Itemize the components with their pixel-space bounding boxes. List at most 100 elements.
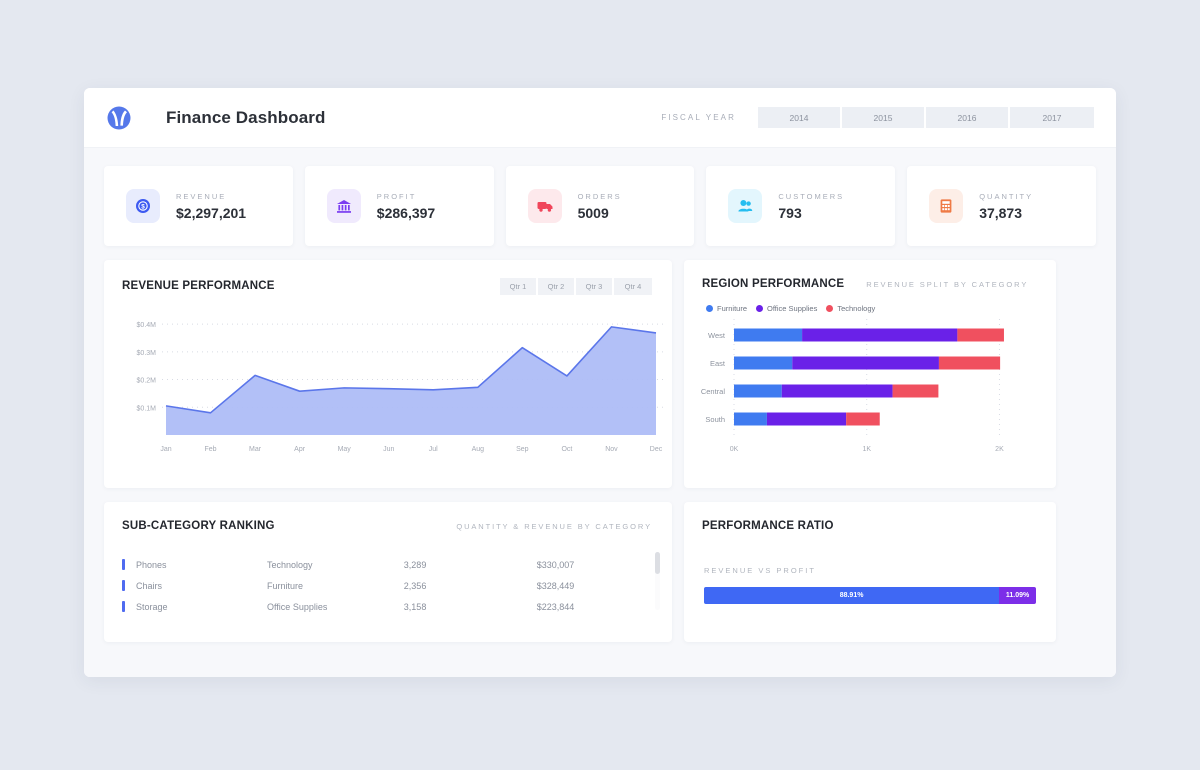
table-row[interactable]: Chairs Furniture 2,356 $328,449 (122, 575, 654, 596)
quarter-tab-group: Qtr 1 Qtr 2 Qtr 3 Qtr 4 (500, 278, 652, 295)
fiscal-year-label: FISCAL YEAR (661, 113, 736, 122)
svg-text:$0.4M: $0.4M (137, 322, 157, 329)
row-quantity: 3,158 (403, 601, 427, 612)
row-sub-category: Chairs (136, 580, 163, 591)
svg-text:Apr: Apr (294, 446, 306, 453)
kpi-value: $2,297,201 (176, 204, 247, 221)
sub-category-ranking-panel: SUB-CATEGORY RANKING QUANTITY & REVENUE … (104, 502, 672, 642)
row-revenue: $328,449 (536, 580, 575, 591)
kpi-label: PROFIT (376, 191, 417, 201)
row-category: Office Supplies (266, 601, 328, 612)
calculator-icon (929, 189, 964, 223)
dashboard-window: Finance Dashboard FISCAL YEAR 2014 2015 … (84, 88, 1116, 677)
table-scrollbar[interactable] (655, 552, 660, 610)
year-tab-2016[interactable]: 2016 (926, 107, 1010, 128)
tab-qtr-2[interactable]: Qtr 2 (538, 278, 576, 295)
ratio-segment-revenue: 88.91% (704, 587, 1000, 604)
legend-color-dot (756, 305, 764, 312)
region-panel-title: REGION PERFORMANCE (702, 278, 845, 290)
svg-text:Feb: Feb (205, 446, 217, 453)
truck-icon (527, 189, 562, 223)
region-chart-legend: Furniture Office Supplies Technology (684, 290, 1056, 313)
row-quantity: 2,356 (403, 580, 427, 591)
kpi-value: 793 (778, 204, 802, 221)
svg-text:Aug: Aug (472, 446, 485, 453)
svg-text:May: May (338, 446, 352, 453)
ranking-panel-subtitle: QUANTITY & REVENUE BY CATEGORY (456, 522, 652, 531)
svg-text:2K: 2K (995, 446, 1004, 453)
charts-row: REVENUE PERFORMANCE Qtr 1 Qtr 2 Qtr 3 Qt… (104, 260, 1096, 488)
people-icon (728, 189, 763, 223)
legend-item-furniture[interactable]: Furniture (706, 304, 747, 313)
dashboard-body: $ REVENUE $2,297,201 PROFIT $286,397 ORD… (84, 148, 1116, 677)
svg-text:Jul: Jul (429, 446, 438, 453)
revenue-performance-panel: REVENUE PERFORMANCE Qtr 1 Qtr 2 Qtr 3 Qt… (104, 260, 672, 488)
svg-text:$0.1M: $0.1M (137, 405, 157, 412)
row-quantity: 3,289 (403, 559, 427, 570)
region-performance-panel: REGION PERFORMANCE REVENUE SPLIT BY CATE… (684, 260, 1056, 488)
kpi-card-customers[interactable]: CUSTOMERS 793 (706, 166, 896, 246)
svg-text:Central: Central (701, 387, 726, 396)
tab-qtr-4[interactable]: Qtr 4 (614, 278, 652, 295)
kpi-card-profit[interactable]: PROFIT $286,397 (304, 166, 494, 246)
svg-text:1K: 1K (862, 446, 871, 453)
table-scrollbar-thumb[interactable] (655, 552, 660, 574)
year-tab-2014[interactable]: 2014 (758, 107, 842, 128)
revenue-profit-ratio-bar[interactable]: 88.91% 11.09% (704, 587, 1036, 604)
performance-ratio-panel: PERFORMANCE RATIO REVENUE VS PROFIT 88.9… (684, 502, 1056, 642)
table-row[interactable]: Phones Technology 3,289 $330,007 (122, 554, 654, 575)
svg-text:$: $ (141, 204, 145, 211)
bank-icon (326, 189, 361, 223)
legend-label: Furniture (717, 304, 748, 313)
year-tab-group: 2014 2015 2016 2017 (758, 107, 1094, 128)
ranking-table: Phones Technology 3,289 $330,007 Chairs … (104, 532, 672, 617)
ratio-panel-title: PERFORMANCE RATIO (702, 520, 834, 532)
svg-text:Dec: Dec (650, 446, 663, 453)
svg-text:$0.3M: $0.3M (137, 350, 157, 357)
legend-label: Office Supplies (767, 304, 818, 313)
row-category: Technology (266, 559, 313, 570)
svg-text:Oct: Oct (561, 446, 572, 453)
ratio-segment-profit: 11.09% (999, 587, 1036, 604)
legend-item-office-supplies[interactable]: Office Supplies (756, 304, 817, 313)
row-accent-bar (122, 559, 125, 570)
bottom-row: SUB-CATEGORY RANKING QUANTITY & REVENUE … (104, 502, 1096, 642)
kpi-value: $286,397 (376, 204, 436, 221)
svg-text:$0.2M: $0.2M (137, 378, 157, 385)
svg-text:Nov: Nov (605, 446, 618, 453)
svg-text:Jun: Jun (383, 446, 394, 453)
svg-text:East: East (710, 359, 726, 368)
kpi-label: REVENUE (176, 191, 227, 201)
kpi-label: QUANTITY (979, 191, 1034, 201)
legend-item-technology[interactable]: Technology (826, 304, 875, 313)
coin-dollar-icon: $ (126, 189, 160, 223)
table-row[interactable]: Storage Office Supplies 3,158 $223,844 (122, 596, 654, 617)
kpi-card-row: $ REVENUE $2,297,201 PROFIT $286,397 ORD… (104, 166, 1096, 246)
row-sub-category: Phones (136, 559, 167, 570)
svg-text:Jan: Jan (160, 446, 171, 453)
year-tab-2017[interactable]: 2017 (1010, 107, 1094, 128)
wave-circle-logo-icon (104, 103, 134, 133)
ranking-panel-title: SUB-CATEGORY RANKING (122, 520, 275, 532)
tab-qtr-3[interactable]: Qtr 3 (576, 278, 614, 295)
svg-text:0K: 0K (730, 446, 739, 453)
row-category: Furniture (266, 580, 303, 591)
row-accent-bar (122, 580, 125, 591)
row-revenue: $330,007 (536, 559, 575, 570)
kpi-card-revenue[interactable]: $ REVENUE $2,297,201 (104, 166, 293, 246)
region-stacked-bar-chart: 0K 1K 2K West East Central South (701, 319, 1004, 453)
year-tab-2015[interactable]: 2015 (842, 107, 926, 128)
legend-label: Technology (837, 304, 876, 313)
ratio-subtitle: REVENUE VS PROFIT (704, 566, 816, 575)
svg-text:Sep: Sep (516, 446, 529, 453)
fiscal-year-selector: FISCAL YEAR 2014 2015 2016 2017 (661, 107, 1094, 128)
app-header: Finance Dashboard FISCAL YEAR 2014 2015 … (84, 88, 1116, 148)
kpi-card-orders[interactable]: ORDERS 5009 (505, 166, 695, 246)
row-accent-bar (122, 601, 125, 612)
revenue-area-chart: $0.1M $0.2M $0.3M $0.4M Jan Feb Mar Apr May Jun Ju… (137, 322, 666, 453)
tab-qtr-1[interactable]: Qtr 1 (500, 278, 538, 295)
legend-color-dot (826, 305, 834, 312)
kpi-card-quantity[interactable]: QUANTITY 37,873 (907, 166, 1096, 246)
region-panel-subtitle: REVENUE SPLIT BY CATEGORY (866, 280, 1029, 289)
svg-text:West: West (708, 331, 726, 340)
